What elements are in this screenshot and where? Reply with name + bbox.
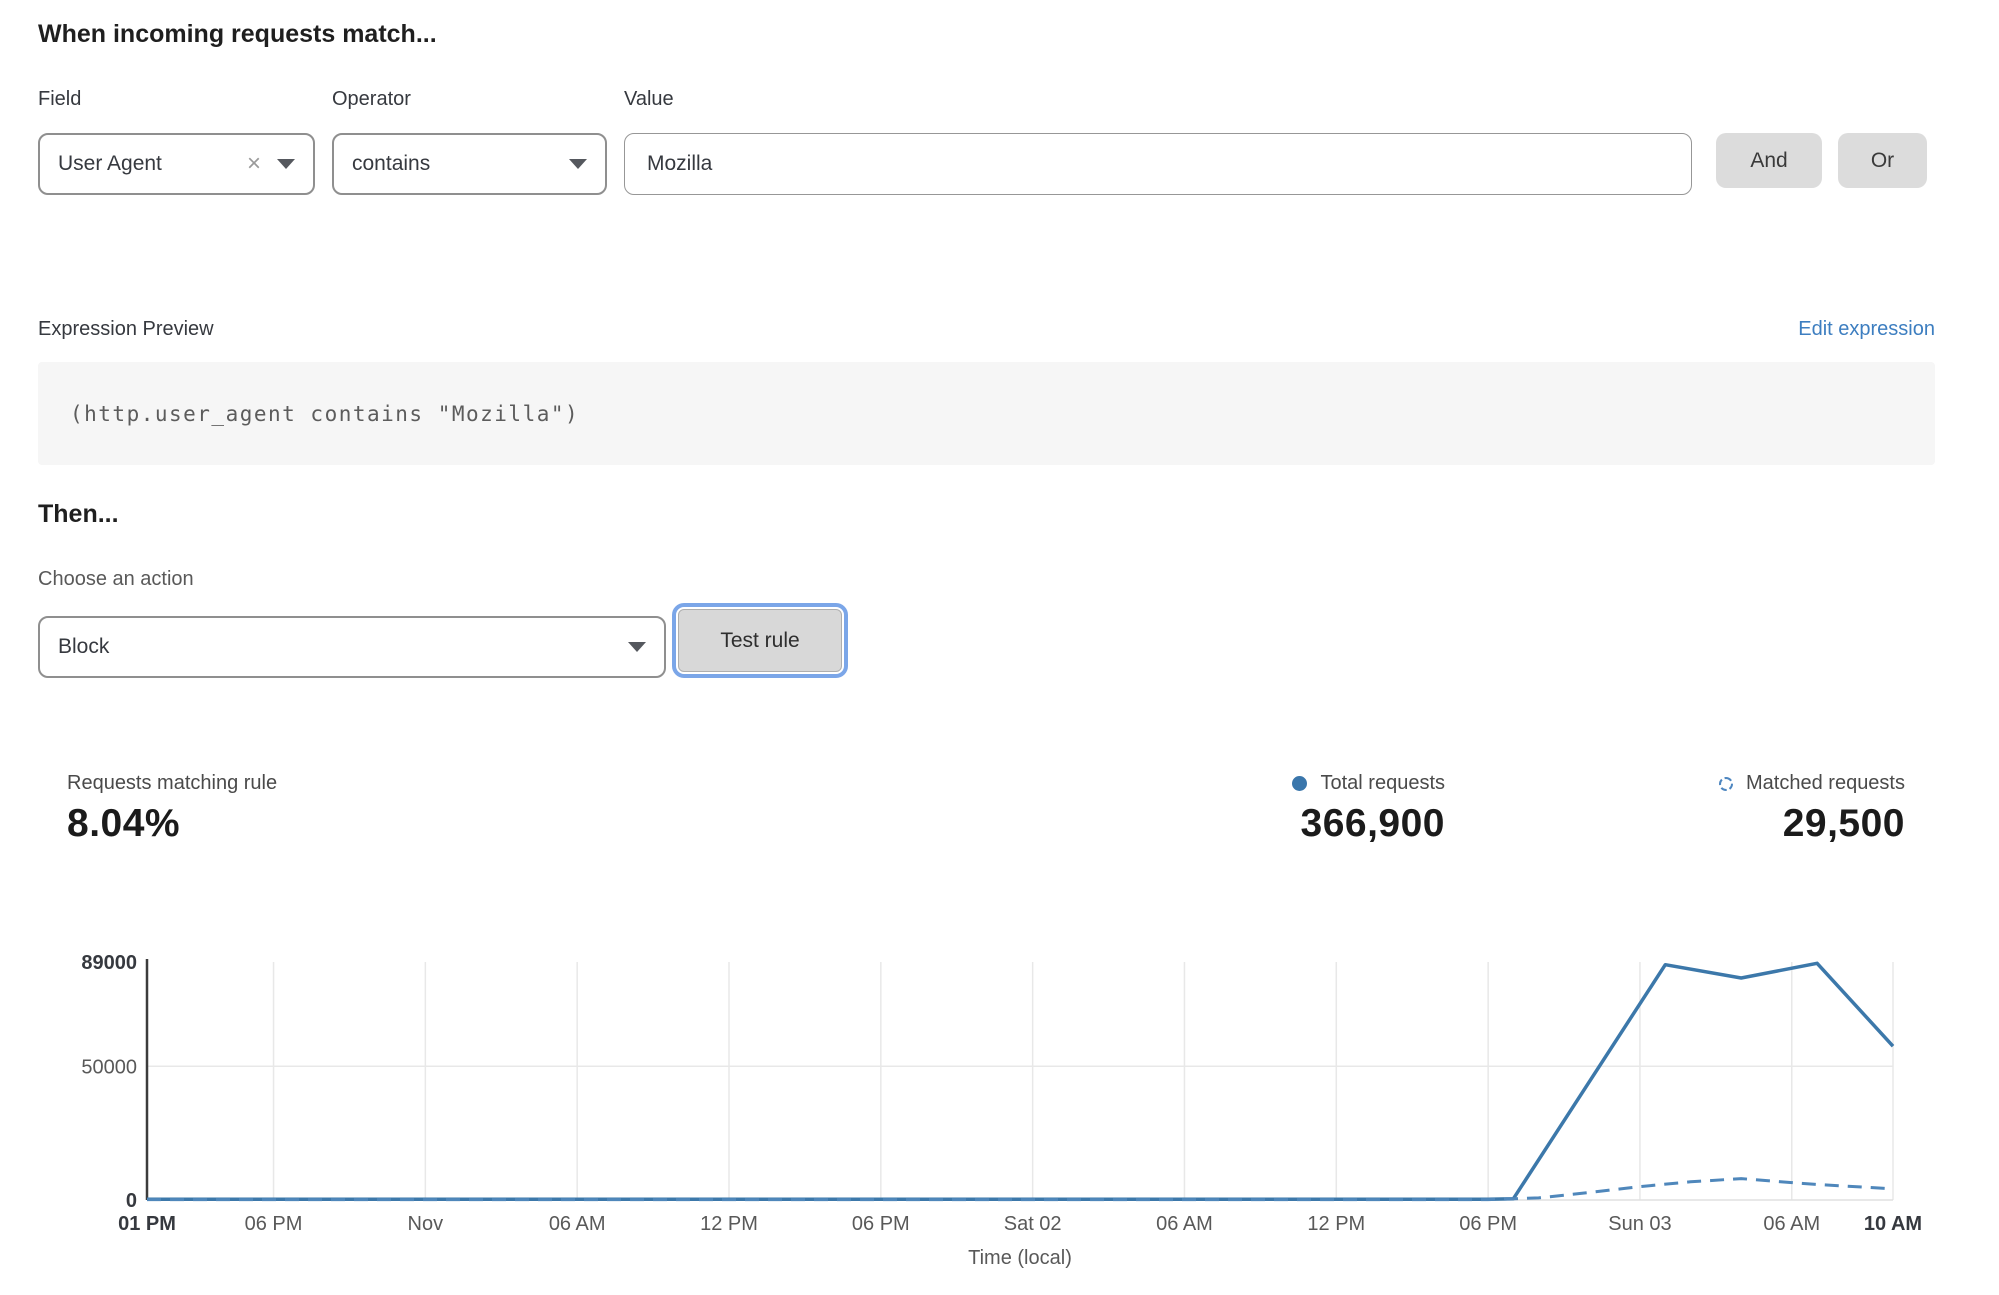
choose-action-label: Choose an action bbox=[38, 568, 194, 591]
and-button[interactable]: And bbox=[1716, 133, 1822, 188]
svg-text:06 AM: 06 AM bbox=[1763, 1213, 1820, 1235]
svg-text:Time (local): Time (local) bbox=[968, 1247, 1072, 1269]
svg-text:06 AM: 06 AM bbox=[549, 1213, 606, 1235]
svg-text:89000: 89000 bbox=[81, 952, 137, 974]
action-select-controls bbox=[628, 642, 646, 652]
chevron-down-icon bbox=[569, 159, 587, 169]
svg-text:Sat 02: Sat 02 bbox=[1004, 1213, 1062, 1235]
svg-text:01 PM: 01 PM bbox=[118, 1213, 176, 1235]
expression-preview-box: (http.user_agent contains "Mozilla") bbox=[38, 362, 1935, 465]
svg-text:06 AM: 06 AM bbox=[1156, 1213, 1213, 1235]
chevron-down-icon bbox=[628, 642, 646, 652]
clear-icon[interactable]: × bbox=[247, 152, 261, 176]
svg-text:06 PM: 06 PM bbox=[852, 1213, 910, 1235]
svg-text:12 PM: 12 PM bbox=[700, 1213, 758, 1235]
svg-text:0: 0 bbox=[126, 1190, 137, 1212]
svg-text:50000: 50000 bbox=[81, 1056, 137, 1078]
chevron-down-icon bbox=[277, 159, 295, 169]
svg-text:06 PM: 06 PM bbox=[1459, 1213, 1517, 1235]
stat-total-requests: Total requests 366,900 bbox=[1145, 772, 1445, 846]
page-title: When incoming requests match... bbox=[38, 20, 437, 49]
svg-text:Nov: Nov bbox=[408, 1213, 444, 1235]
stat-matched-value: 29,500 bbox=[1605, 802, 1905, 846]
field-select-controls: × bbox=[247, 152, 295, 176]
stat-requests-matching: Requests matching rule 8.04% bbox=[67, 772, 277, 846]
expression-code: (http.user_agent contains "Mozilla") bbox=[38, 402, 579, 426]
action-select-value: Block bbox=[58, 635, 628, 659]
edit-expression-link[interactable]: Edit expression bbox=[1798, 318, 1935, 341]
firewall-rule-builder-page: When incoming requests match... Field Op… bbox=[0, 0, 1999, 1295]
stat-matching-label: Requests matching rule bbox=[67, 772, 277, 795]
stat-matching-value: 8.04% bbox=[67, 802, 277, 846]
operator-select-controls bbox=[569, 159, 587, 169]
operator-select-value: contains bbox=[352, 152, 569, 176]
total-requests-dot-icon bbox=[1292, 776, 1307, 791]
value-label: Value bbox=[624, 88, 674, 111]
stat-total-label: Total requests bbox=[1320, 772, 1445, 795]
field-select[interactable]: User Agent × bbox=[38, 133, 315, 195]
stat-matched-label: Matched requests bbox=[1746, 772, 1905, 795]
action-select[interactable]: Block bbox=[38, 616, 666, 678]
expression-preview-label: Expression Preview bbox=[38, 318, 214, 341]
svg-text:Sun 03: Sun 03 bbox=[1608, 1213, 1671, 1235]
svg-text:12 PM: 12 PM bbox=[1307, 1213, 1365, 1235]
or-button[interactable]: Or bbox=[1838, 133, 1927, 188]
stat-total-value: 366,900 bbox=[1145, 802, 1445, 846]
value-input[interactable] bbox=[624, 133, 1692, 195]
field-label: Field bbox=[38, 88, 81, 111]
test-rule-focus-ring: Test rule bbox=[672, 603, 848, 678]
operator-label: Operator bbox=[332, 88, 411, 111]
operator-select[interactable]: contains bbox=[332, 133, 607, 195]
matched-requests-dashed-circle-icon bbox=[1719, 777, 1733, 791]
requests-chart: 0 50000 89000 01 PM 06 PM Nov 06 AM 12 PM 06 PM S… bbox=[0, 940, 1999, 1295]
svg-text:06 PM: 06 PM bbox=[245, 1213, 303, 1235]
requests-chart-svg: 0 50000 89000 01 PM 06 PM Nov 06 AM 12 PM 06 PM S… bbox=[0, 940, 1999, 1295]
test-rule-button[interactable]: Test rule bbox=[678, 609, 842, 672]
stat-matched-requests: Matched requests 29,500 bbox=[1605, 772, 1905, 846]
svg-text:10 AM: 10 AM bbox=[1864, 1213, 1922, 1235]
field-select-value: User Agent bbox=[58, 152, 247, 176]
then-title: Then... bbox=[38, 500, 119, 529]
